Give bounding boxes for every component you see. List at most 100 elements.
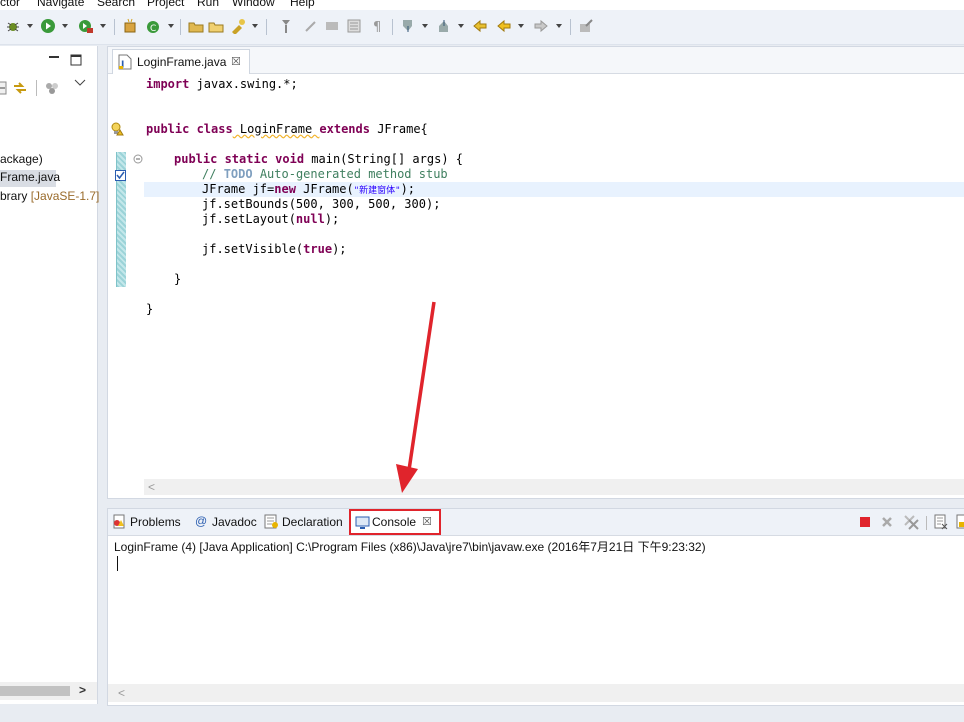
tree-item-label: Frame.java: [0, 170, 61, 184]
debug-icon[interactable]: [5, 18, 21, 34]
toolbar-separator: [180, 19, 181, 35]
menu-help[interactable]: Help: [290, 0, 315, 9]
open-type-icon[interactable]: [188, 18, 204, 34]
warning-lightbulb-icon[interactable]: [110, 122, 124, 136]
view-toolbar-separator: [36, 80, 37, 96]
close-tab-icon[interactable]: ☒: [422, 515, 432, 528]
view-menu-icon[interactable]: [74, 79, 86, 87]
run-dropdown-icon[interactable]: [62, 24, 68, 28]
console-toolbar-separator: [926, 516, 927, 530]
focus-on-active-task-icon[interactable]: [44, 80, 60, 96]
menu-run[interactable]: Run: [197, 0, 219, 9]
toggle-breadcrumb-icon[interactable]: [303, 18, 319, 34]
pin-editor-icon[interactable]: [578, 18, 594, 34]
code-line-8: jf.setVisible(true);: [202, 242, 347, 256]
external-tools-icon[interactable]: [78, 18, 94, 34]
scroll-right-arrow[interactable]: >: [79, 683, 86, 697]
console-process-label: LoginFrame (4) [Java Application] C:\Pro…: [114, 540, 706, 554]
run-icon[interactable]: [40, 18, 56, 34]
link-with-editor-icon[interactable]: [12, 80, 28, 96]
menu-navigate[interactable]: Navigate: [37, 0, 84, 9]
tree-item-package[interactable]: ackage): [0, 152, 43, 166]
search-dropdown-icon[interactable]: [252, 24, 258, 28]
tab-javadoc[interactable]: @ Javadoc: [194, 509, 260, 535]
editor-horizontal-scrollbar[interactable]: <: [144, 479, 964, 495]
back-dropdown-icon[interactable]: [518, 24, 524, 28]
toggle-mark-occurrences-icon[interactable]: [278, 18, 294, 34]
minimize-icon[interactable]: [48, 54, 60, 60]
declaration-icon: [264, 514, 278, 529]
code-area[interactable]: import javax.swing.*; public class Login…: [144, 74, 964, 474]
new-java-class-icon[interactable]: C: [145, 18, 161, 34]
tab-label: Javadoc: [212, 515, 257, 529]
menu-refactor[interactable]: ctor: [0, 0, 20, 9]
tab-problems[interactable]: Problems: [112, 509, 192, 535]
tab-console[interactable]: Console ☒: [349, 509, 441, 535]
new-java-package-icon[interactable]: [122, 18, 138, 34]
code-line-1: import javax.swing.*;: [146, 77, 298, 91]
package-explorer: ackage) Frame.java brary [JavaSE-1.7] >: [0, 46, 99, 704]
problems-icon: [113, 514, 125, 529]
scroll-lock-icon[interactable]: [956, 514, 964, 530]
code-line-3: public static void main(String[] args) {: [174, 152, 463, 166]
fold-collapse-icon[interactable]: [133, 154, 143, 164]
code-line-4: // TODO Auto-generated method stub: [202, 167, 448, 181]
next-annotation-dropdown-icon[interactable]: [422, 24, 428, 28]
remove-launch-icon[interactable]: [881, 516, 893, 528]
code-line-6: jf.setBounds(500, 300, 500, 300);: [202, 197, 441, 211]
collapse-all-icon[interactable]: [0, 80, 8, 96]
menu-window[interactable]: Window: [232, 0, 275, 9]
code-line-9: }: [174, 272, 182, 286]
tab-declaration[interactable]: Declaration: [264, 509, 350, 535]
console-icon: [355, 516, 370, 529]
scroll-left-arrow[interactable]: <: [118, 686, 125, 700]
menu-search[interactable]: Search: [97, 0, 135, 9]
editor-tab-bar: J LoginFrame.java ☒: [108, 47, 964, 74]
close-tab-icon[interactable]: ☒: [231, 55, 241, 68]
forward-icon[interactable]: [533, 18, 549, 34]
explorer-horizontal-scrollbar[interactable]: >: [0, 682, 97, 700]
terminate-icon[interactable]: [859, 516, 871, 528]
external-tools-dropdown-icon[interactable]: [100, 24, 106, 28]
console-horizontal-scrollbar[interactable]: <: [108, 684, 964, 702]
search-icon[interactable]: [230, 18, 246, 34]
bottom-tab-bar: Problems @ Javadoc Declaration Console ☒: [108, 509, 964, 536]
package-explorer-header: [0, 46, 97, 70]
show-whitespace-chars-icon[interactable]: ¶: [370, 18, 386, 34]
clear-console-icon[interactable]: [934, 514, 948, 530]
maximize-icon[interactable]: [70, 54, 82, 66]
next-annotation-icon[interactable]: [400, 18, 416, 34]
tree-item-loginframe-java[interactable]: Frame.java: [0, 170, 60, 187]
previous-annotation-icon[interactable]: [436, 18, 452, 34]
show-whitespace-icon[interactable]: [324, 18, 340, 34]
scroll-left-arrow[interactable]: <: [148, 480, 155, 494]
code-line-7: jf.setLayout(null);: [202, 212, 340, 226]
open-task-icon[interactable]: [208, 18, 224, 34]
task-marker-icon[interactable]: [115, 170, 126, 181]
console-caret: [117, 556, 118, 571]
code-line-2: public class LoginFrame extends JFrame{: [146, 122, 428, 136]
new-class-dropdown-icon[interactable]: [168, 24, 174, 28]
back-icon[interactable]: [496, 18, 512, 34]
tree-item-jre-library[interactable]: brary [JavaSE-1.7]: [0, 189, 99, 203]
previous-annotation-dropdown-icon[interactable]: [458, 24, 464, 28]
forward-dropdown-icon[interactable]: [556, 24, 562, 28]
scrollbar-thumb[interactable]: [0, 686, 70, 696]
main-toolbar: C ¶: [0, 10, 964, 45]
toolbar-separator: [114, 19, 115, 35]
menu-project[interactable]: Project: [147, 0, 184, 9]
editor-tab-loginframe[interactable]: J LoginFrame.java ☒: [112, 49, 250, 74]
tab-label: Declaration: [282, 515, 343, 529]
editor-tab-label: LoginFrame.java: [137, 55, 227, 69]
toggle-block-selection-icon[interactable]: [346, 18, 362, 34]
tab-label: Console: [372, 515, 417, 529]
toolbar-separator: [266, 19, 267, 35]
tab-label: Problems: [130, 515, 181, 529]
debug-dropdown-icon[interactable]: [27, 24, 33, 28]
remove-all-terminated-icon[interactable]: [903, 514, 919, 530]
last-edit-location-icon[interactable]: [472, 18, 488, 34]
tree-item-label: brary: [0, 189, 31, 203]
code-line-10: }: [146, 302, 154, 316]
folding-ruler: [126, 74, 144, 497]
java-file-icon: J: [118, 54, 132, 70]
